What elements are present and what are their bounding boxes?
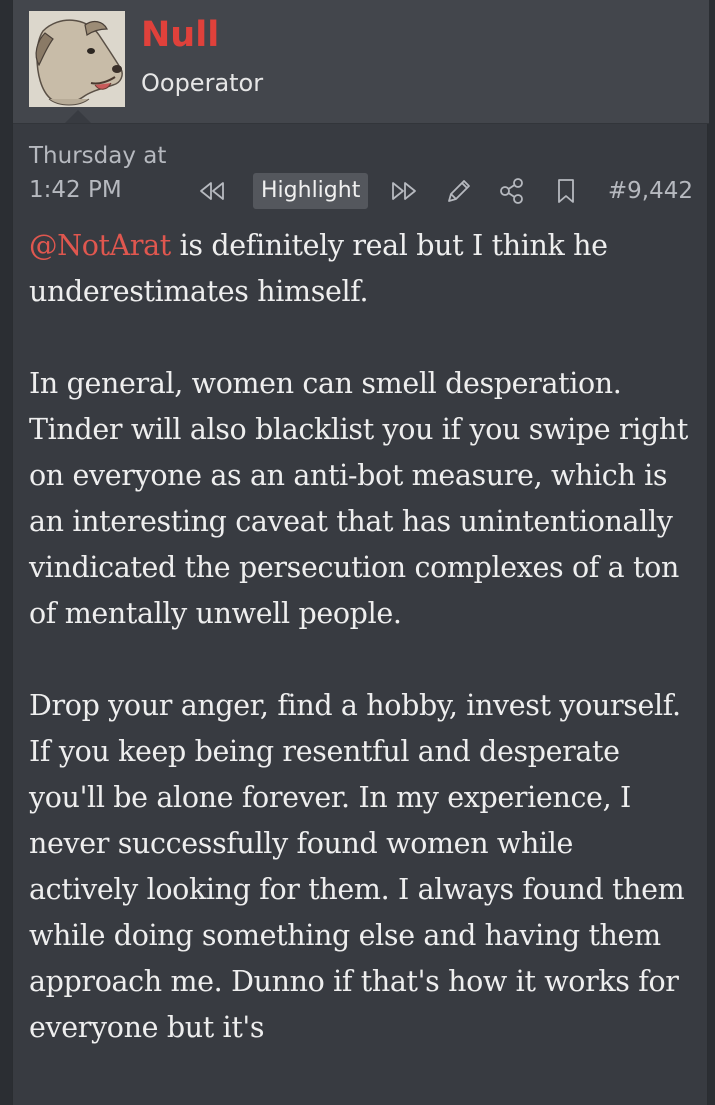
dog-avatar-icon: [29, 11, 125, 107]
user-header: Null Ooperator: [13, 0, 709, 124]
rewind-icon[interactable]: [197, 172, 227, 210]
paragraph-1: @NotArat is definitely real but I think …: [29, 223, 689, 315]
user-mention[interactable]: @NotArat: [29, 229, 171, 262]
post-container: Null Ooperator Thursday at 1:42 PM Highl…: [12, 0, 709, 1105]
post-number[interactable]: #9,442: [608, 172, 693, 210]
post-body: @NotArat is definitely real but I think …: [29, 223, 689, 1097]
post-date-day[interactable]: Thursday at: [29, 141, 166, 171]
message-arrow: [65, 110, 91, 123]
bookmark-icon[interactable]: [553, 172, 579, 210]
paragraph-2: In general, women can smell desperation.…: [29, 367, 688, 630]
highlight-button[interactable]: Highlight: [253, 173, 369, 209]
paragraph-3: Drop your anger, find a hobby, invest yo…: [29, 689, 685, 1044]
post-actions: Highlight #9,442: [13, 172, 709, 210]
username[interactable]: Null: [141, 13, 219, 57]
avatar[interactable]: [29, 11, 125, 107]
fast-forward-icon[interactable]: [389, 172, 419, 210]
user-title: Ooperator: [141, 69, 264, 97]
share-icon[interactable]: [497, 172, 527, 210]
pencil-icon[interactable]: [443, 172, 475, 210]
